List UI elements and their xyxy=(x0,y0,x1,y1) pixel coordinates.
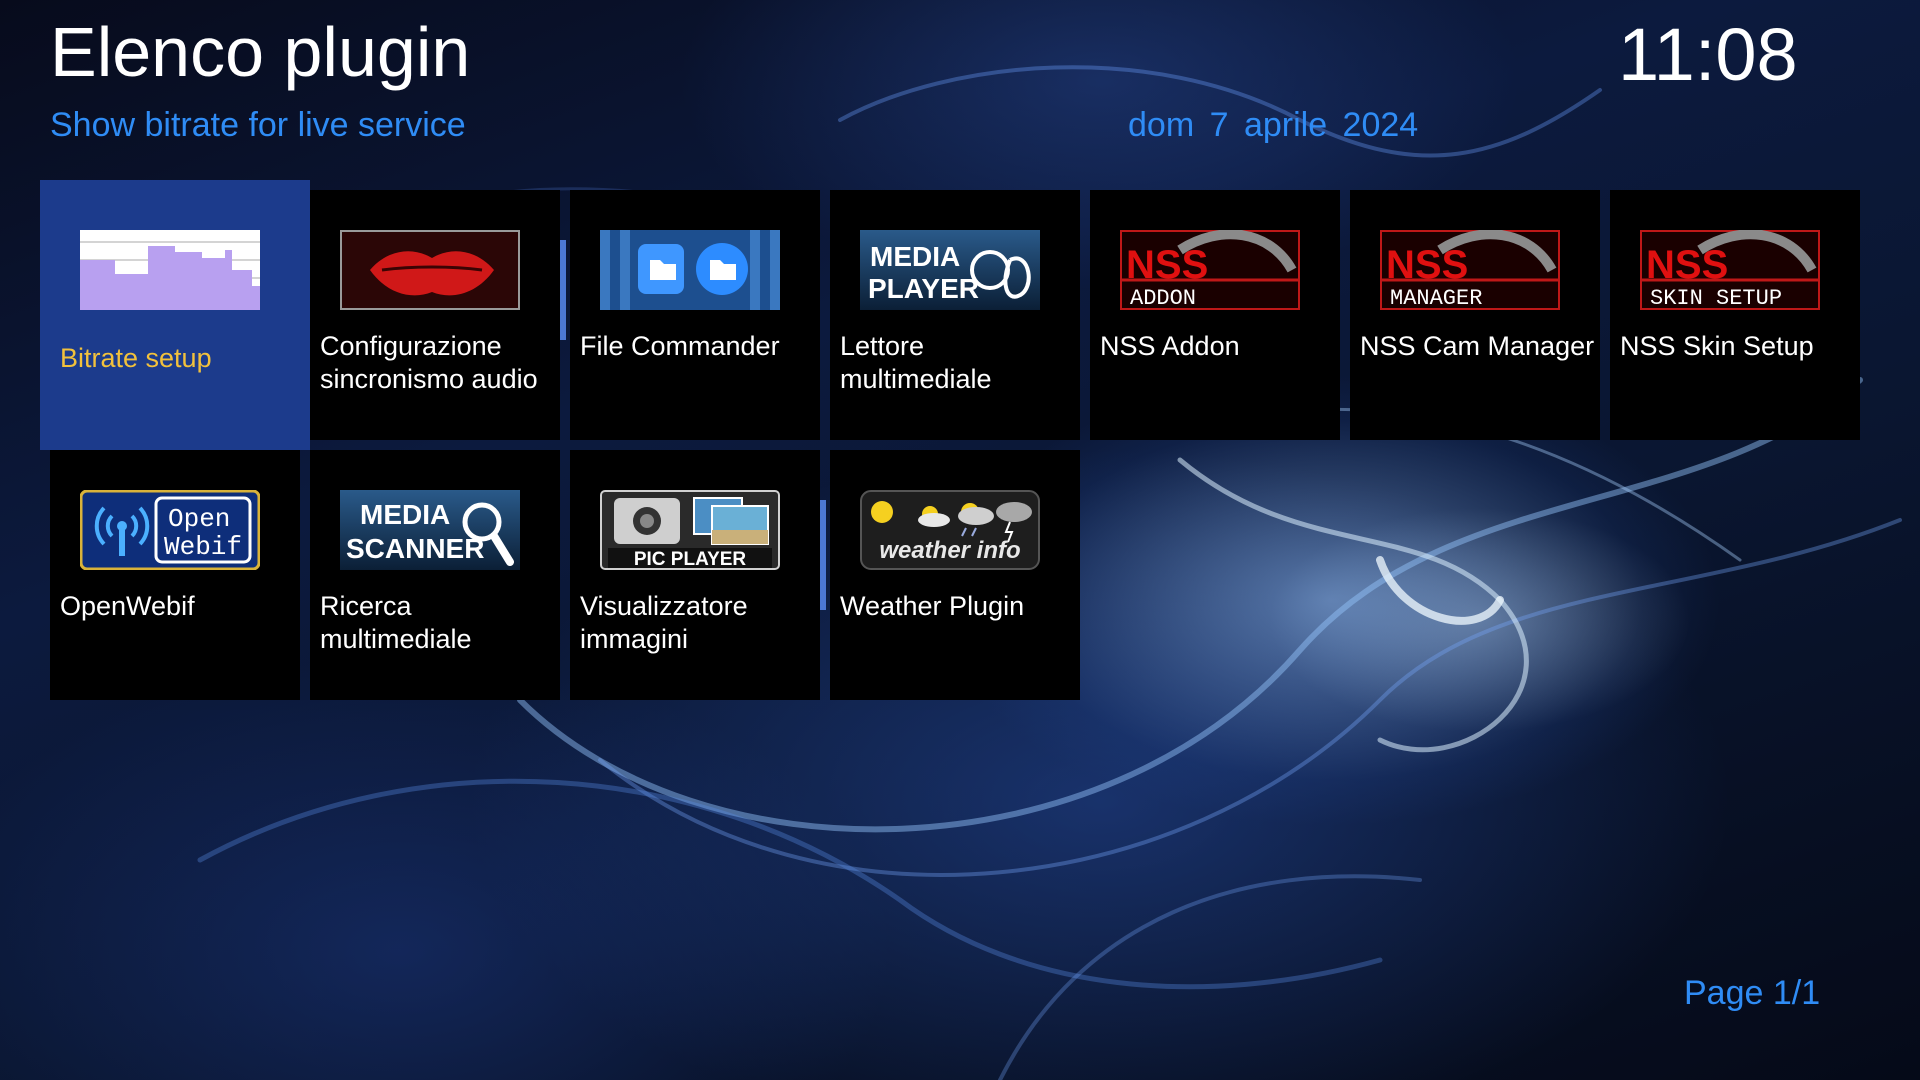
svg-text:PLAYER: PLAYER xyxy=(868,273,979,304)
tile-label: File Commander xyxy=(580,331,780,361)
tile-label: Lettore multimediale xyxy=(840,331,992,394)
tile-label: Ricerca multimediale xyxy=(320,591,472,654)
plugin-tile-weather[interactable]: weather info Weather Plugin xyxy=(830,450,1080,700)
plugin-tile-openwebif[interactable]: Open Webif OpenWebif xyxy=(50,450,300,700)
page-indicator: Page 1/1 xyxy=(1684,974,1821,1012)
tile-label: Weather Plugin xyxy=(840,591,1025,621)
tile-label: NSS Cam Manager xyxy=(1360,331,1595,361)
plugin-tile-file-commander[interactable]: File Commander xyxy=(570,190,820,440)
svg-text:ADDON: ADDON xyxy=(1130,286,1196,310)
svg-text:SCANNER: SCANNER xyxy=(346,533,484,564)
folders-icon xyxy=(600,230,780,310)
svg-text:SKIN SETUP: SKIN SETUP xyxy=(1650,286,1782,310)
pic-player-icon: PIC PLAYER xyxy=(600,490,780,570)
svg-text:Open: Open xyxy=(168,504,230,534)
tile-label: Configurazione sincronismo audio xyxy=(320,331,538,394)
plugin-description: Show bitrate for live service xyxy=(50,106,466,144)
plugin-tile-pic-player[interactable]: PIC PLAYER Visualizzatore immagini xyxy=(570,450,820,700)
nss-logo-icon: NSS SKIN SETUP xyxy=(1640,230,1820,310)
tile-label: Visualizzatore immagini xyxy=(580,591,748,654)
openwebif-icon: Open Webif xyxy=(80,490,260,570)
svg-text:MANAGER: MANAGER xyxy=(1390,286,1482,310)
plugin-tile-bitrate-setup[interactable]: Bitrate setup xyxy=(40,180,310,450)
tile-label: Bitrate setup xyxy=(60,343,212,373)
bitrate-graph-icon xyxy=(80,230,260,310)
nss-logo-icon: NSS MANAGER xyxy=(1380,230,1560,310)
media-player-icon: MEDIA PLAYER xyxy=(860,230,1040,310)
clock: 11:08 xyxy=(1618,13,1798,96)
lips-icon xyxy=(340,230,520,310)
tile-label: OpenWebif xyxy=(60,591,195,621)
scroll-indicator xyxy=(820,500,826,610)
svg-text:PIC PLAYER: PIC PLAYER xyxy=(634,549,747,570)
plugin-tile-media-scanner[interactable]: MEDIA SCANNER Ricerca multimediale xyxy=(310,450,560,700)
plugin-tile-nss-skin-setup[interactable]: NSS SKIN SETUP NSS Skin Setup xyxy=(1610,190,1860,440)
plugin-tile-media-player[interactable]: MEDIA PLAYER Lettore multimediale xyxy=(830,190,1080,440)
plugin-tile-audio-sync[interactable]: Configurazione sincronismo audio xyxy=(310,190,560,440)
page-title: Elenco plugin xyxy=(50,13,471,91)
tile-label: NSS Addon xyxy=(1100,331,1240,361)
svg-text:weather info: weather info xyxy=(879,537,1020,564)
svg-text:Webif: Webif xyxy=(164,532,242,562)
tile-label: NSS Skin Setup xyxy=(1620,331,1814,361)
svg-text:MEDIA: MEDIA xyxy=(870,241,960,272)
media-scanner-icon: MEDIA SCANNER xyxy=(340,490,520,570)
plugin-tile-nss-addon[interactable]: NSS ADDON NSS Addon xyxy=(1090,190,1340,440)
scroll-indicator xyxy=(560,240,566,340)
svg-text:MEDIA: MEDIA xyxy=(360,499,450,530)
weather-icon: weather info xyxy=(860,490,1040,570)
date-display: dom 7 aprile 2024 xyxy=(1128,106,1419,144)
plugin-tile-nss-cam-manager[interactable]: NSS MANAGER NSS Cam Manager xyxy=(1350,190,1600,440)
nss-logo-icon: NSS ADDON xyxy=(1120,230,1300,310)
